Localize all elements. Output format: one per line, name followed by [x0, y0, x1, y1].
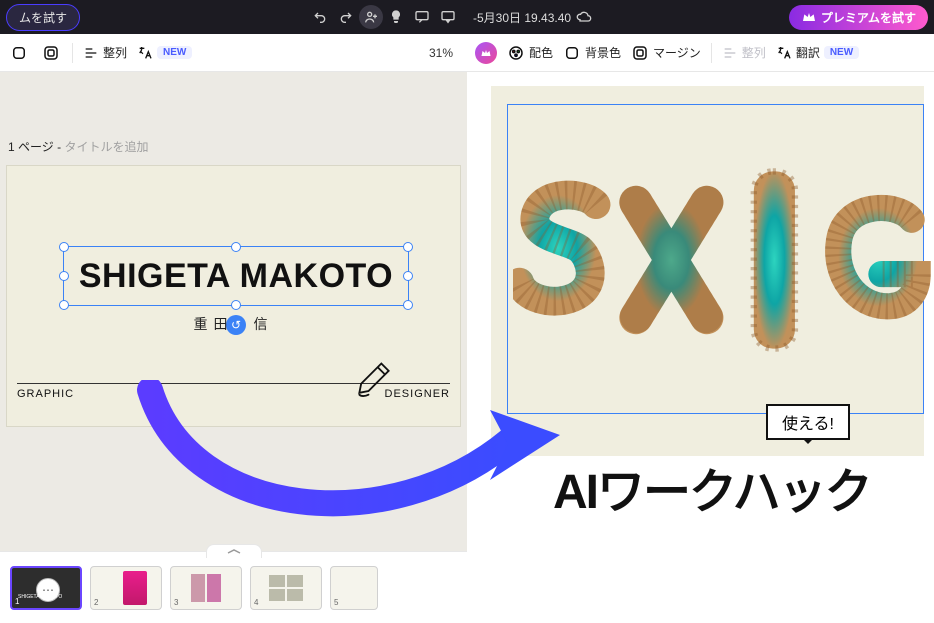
redo-icon[interactable]	[333, 4, 359, 30]
undo-icon[interactable]	[307, 4, 333, 30]
left-topbar: ムを試す	[0, 0, 467, 34]
page-number: 1 ページ -	[8, 140, 64, 154]
resize-handle[interactable]	[59, 300, 69, 310]
resize-handle[interactable]	[59, 242, 69, 252]
resize-handle[interactable]	[231, 300, 241, 310]
margin-button[interactable]: マージン	[631, 44, 701, 62]
background-button[interactable]: 背景色	[563, 44, 621, 62]
headline-text: AIワークハック	[553, 452, 871, 522]
present-icon[interactable]	[435, 4, 461, 30]
arrange-label: 整列	[103, 44, 127, 61]
translate-button[interactable]: NEW	[137, 45, 192, 61]
arrange-button[interactable]: 整列	[83, 44, 127, 61]
arrow-overlay-icon	[130, 380, 570, 540]
resize-handle[interactable]	[231, 242, 241, 252]
lightbulb-icon[interactable]	[383, 4, 409, 30]
translate-button[interactable]: 翻訳 NEW	[776, 44, 859, 61]
translate-label: 翻訳	[796, 44, 820, 61]
premium-crown-icon[interactable]	[475, 42, 497, 64]
zoom-display[interactable]: 31%	[429, 46, 459, 60]
thumb-num: 4	[254, 598, 258, 607]
glyph-i	[719, 130, 830, 390]
cloud-sync-icon[interactable]	[571, 4, 597, 30]
page-title-placeholder[interactable]: タイトルを追加	[64, 140, 148, 154]
right-stage[interactable]	[467, 72, 934, 623]
margin-label: マージン	[653, 44, 701, 61]
thumbnail-3[interactable]: 3	[170, 566, 242, 610]
glyph-s	[513, 130, 624, 390]
right-toolbar: 配色 背景色 マージン 整列 翻訳 NEW	[467, 34, 934, 72]
resize-handle[interactable]	[403, 271, 413, 281]
canvas-subtitle[interactable]: 重田 信	[7, 314, 460, 334]
comment-icon[interactable]	[409, 4, 435, 30]
canvas-title[interactable]: SHIGETA MAKOTO	[79, 257, 393, 296]
resize-handle[interactable]	[59, 271, 69, 281]
glyph-x	[616, 130, 727, 390]
thumbnail-4[interactable]: 4	[250, 566, 322, 610]
new-badge: NEW	[824, 46, 859, 59]
thumbnail-5[interactable]: 5	[330, 566, 378, 610]
resize-handle[interactable]	[403, 300, 413, 310]
footer-left: GRAPHIC	[17, 388, 74, 400]
new-badge: NEW	[157, 46, 192, 59]
speech-bubble: 使える!	[766, 404, 850, 440]
arrange-button-disabled: 整列	[722, 44, 766, 61]
thumbnail-1[interactable]: ⋯ SHIGETA MAKOTO 1	[10, 566, 82, 610]
try-pill-label: ムを試す	[19, 9, 67, 26]
file-timestamp: -5月30日 19.43.40	[473, 9, 571, 26]
try-pill[interactable]: ムを試す	[6, 4, 80, 31]
color-scheme-button[interactable]: 配色	[507, 44, 553, 62]
glyph-g	[821, 130, 932, 390]
selected-text-box[interactable]: SHIGETA MAKOTO ↺	[63, 246, 409, 306]
thumb-num: 2	[94, 598, 98, 607]
thumbnail-2[interactable]: 2	[90, 566, 162, 610]
thumb-num: 1	[15, 597, 19, 606]
add-person-icon[interactable]	[359, 5, 383, 29]
page-header[interactable]: 1 ページ - タイトルを追加	[8, 138, 461, 155]
background-label: 背景色	[585, 44, 621, 61]
left-toolbar: 整列 NEW 31%	[0, 34, 467, 72]
stylized-text-art[interactable]	[513, 120, 924, 400]
color-scheme-label: 配色	[529, 44, 553, 61]
thumbnail-strip: ⋯ SHIGETA MAKOTO 1 2 3 4 5	[0, 551, 467, 623]
right-topbar: -5月30日 19.43.40 プレミアムを試す	[467, 0, 934, 34]
thumbs-handle-icon[interactable]	[206, 544, 262, 558]
premium-label: プレミアムを試す	[821, 9, 916, 26]
speech-text: 使える!	[782, 416, 834, 433]
shape-square-icon[interactable]	[8, 42, 30, 64]
thumb-num: 5	[334, 598, 338, 607]
shape-inset-icon[interactable]	[40, 42, 62, 64]
arrange-label: 整列	[742, 44, 766, 61]
thumb-num: 3	[174, 598, 178, 607]
premium-pill[interactable]: プレミアムを試す	[789, 5, 928, 30]
resize-handle[interactable]	[403, 242, 413, 252]
